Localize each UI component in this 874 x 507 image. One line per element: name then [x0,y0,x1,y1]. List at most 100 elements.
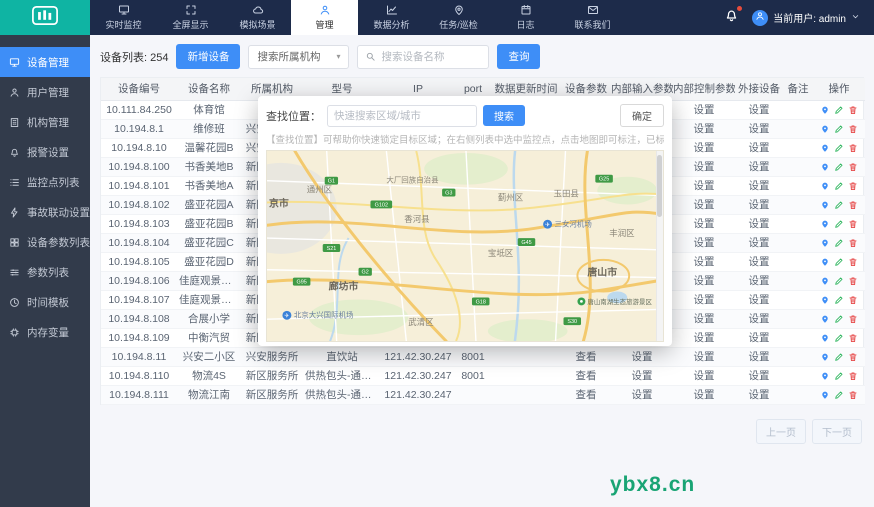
cell-ctrl[interactable]: 设置 [673,157,735,176]
edit-icon[interactable] [834,314,844,324]
app-logo[interactable] [0,0,90,35]
cell-ext[interactable]: 设置 [735,385,783,404]
cell-ctrl[interactable]: 设置 [673,328,735,347]
delete-icon[interactable] [848,181,858,191]
location-icon[interactable] [820,333,830,343]
delete-icon[interactable] [848,238,858,248]
delete-icon[interactable] [848,371,858,381]
cell-ext[interactable]: 设置 [735,119,783,138]
edit-icon[interactable] [834,371,844,381]
cell-ctrl[interactable]: 设置 [673,252,735,271]
nav-item-5[interactable]: 任务/巡检 [425,0,492,35]
location-icon[interactable] [820,390,830,400]
location-icon[interactable] [820,181,830,191]
edit-icon[interactable] [834,181,844,191]
delete-icon[interactable] [848,200,858,210]
map-canvas[interactable]: G1G102G3G25S21G2G95G45G18S30京市通州区大厂回族自治县… [266,150,664,342]
delete-icon[interactable] [848,352,858,362]
edit-icon[interactable] [834,390,844,400]
add-device-button[interactable]: 新增设备 [176,44,240,69]
cell-ext[interactable]: 设置 [735,233,783,252]
map-search-button[interactable]: 搜索 [483,105,525,126]
delete-icon[interactable] [848,333,858,343]
cell-ctrl[interactable]: 设置 [673,138,735,157]
cell-ext[interactable]: 设置 [735,290,783,309]
location-icon[interactable] [820,200,830,210]
cell-param[interactable]: 查看 [561,366,611,385]
sidebar-item-4[interactable]: 监控点列表 [0,167,90,197]
location-icon[interactable] [820,257,830,267]
edit-icon[interactable] [834,162,844,172]
edit-icon[interactable] [834,105,844,115]
edit-icon[interactable] [834,333,844,343]
edit-icon[interactable] [834,295,844,305]
nav-item-1[interactable]: 全屏显示 [157,0,224,35]
nav-item-2[interactable]: 模拟场景 [224,0,291,35]
cell-ext[interactable]: 设置 [735,138,783,157]
cell-ctrl[interactable]: 设置 [673,366,735,385]
edit-icon[interactable] [834,200,844,210]
cell-ctrl[interactable]: 设置 [673,347,735,366]
delete-icon[interactable] [848,143,858,153]
notifications-bell[interactable] [724,8,739,28]
cell-ctrl[interactable]: 设置 [673,385,735,404]
edit-icon[interactable] [834,219,844,229]
sidebar-item-1[interactable]: 用户管理 [0,77,90,107]
nav-item-3[interactable]: 管理 [291,0,358,35]
cell-input[interactable]: 设置 [611,347,673,366]
nav-item-0[interactable]: 实时监控 [90,0,157,35]
location-icon[interactable] [820,352,830,362]
edit-icon[interactable] [834,276,844,286]
sidebar-item-2[interactable]: 机构管理 [0,107,90,137]
cell-ext[interactable]: 设置 [735,252,783,271]
edit-icon[interactable] [834,352,844,362]
cell-ext[interactable]: 设置 [735,271,783,290]
location-icon[interactable] [820,162,830,172]
cell-ext[interactable]: 设置 [735,214,783,233]
prev-page-button[interactable]: 上一页 [756,419,806,444]
cell-ext[interactable]: 设置 [735,195,783,214]
location-icon[interactable] [820,238,830,248]
cell-ext[interactable]: 设置 [735,347,783,366]
sidebar-item-0[interactable]: 设备管理 [0,47,90,77]
sidebar-item-9[interactable]: 内存变量 [0,317,90,347]
location-icon[interactable] [820,371,830,381]
sidebar-item-3[interactable]: 报警设置 [0,137,90,167]
delete-icon[interactable] [848,124,858,134]
edit-icon[interactable] [834,124,844,134]
org-filter-select[interactable]: 搜索所属机构 ▾ [248,45,349,69]
cell-ctrl[interactable]: 设置 [673,233,735,252]
cell-ctrl[interactable]: 设置 [673,100,735,119]
edit-icon[interactable] [834,143,844,153]
query-button[interactable]: 查询 [497,44,540,69]
location-icon[interactable] [820,105,830,115]
nav-item-6[interactable]: 日志 [492,0,559,35]
cell-ext[interactable]: 设置 [735,157,783,176]
cell-ext[interactable]: 设置 [735,328,783,347]
edit-icon[interactable] [834,257,844,267]
confirm-button[interactable]: 确定 [620,104,664,127]
cell-input[interactable]: 设置 [611,366,673,385]
cell-ctrl[interactable]: 设置 [673,195,735,214]
cell-ctrl[interactable]: 设置 [673,309,735,328]
sidebar-item-7[interactable]: 参数列表 [0,257,90,287]
delete-icon[interactable] [848,219,858,229]
cell-ext[interactable]: 设置 [735,366,783,385]
current-user-menu[interactable]: 当前用户: admin [752,10,860,26]
location-icon[interactable] [820,276,830,286]
next-page-button[interactable]: 下一页 [812,419,862,444]
delete-icon[interactable] [848,276,858,286]
edit-icon[interactable] [834,238,844,248]
location-icon[interactable] [820,314,830,324]
nav-item-4[interactable]: 数据分析 [358,0,425,35]
cell-param[interactable]: 查看 [561,385,611,404]
device-search-box[interactable] [357,45,489,69]
cell-ctrl[interactable]: 设置 [673,290,735,309]
cell-ext[interactable]: 设置 [735,309,783,328]
cell-ctrl[interactable]: 设置 [673,214,735,233]
device-search-input[interactable] [381,51,481,63]
location-icon[interactable] [820,124,830,134]
sidebar-item-5[interactable]: 事故联动设置 [0,197,90,227]
location-icon[interactable] [820,219,830,229]
delete-icon[interactable] [848,105,858,115]
